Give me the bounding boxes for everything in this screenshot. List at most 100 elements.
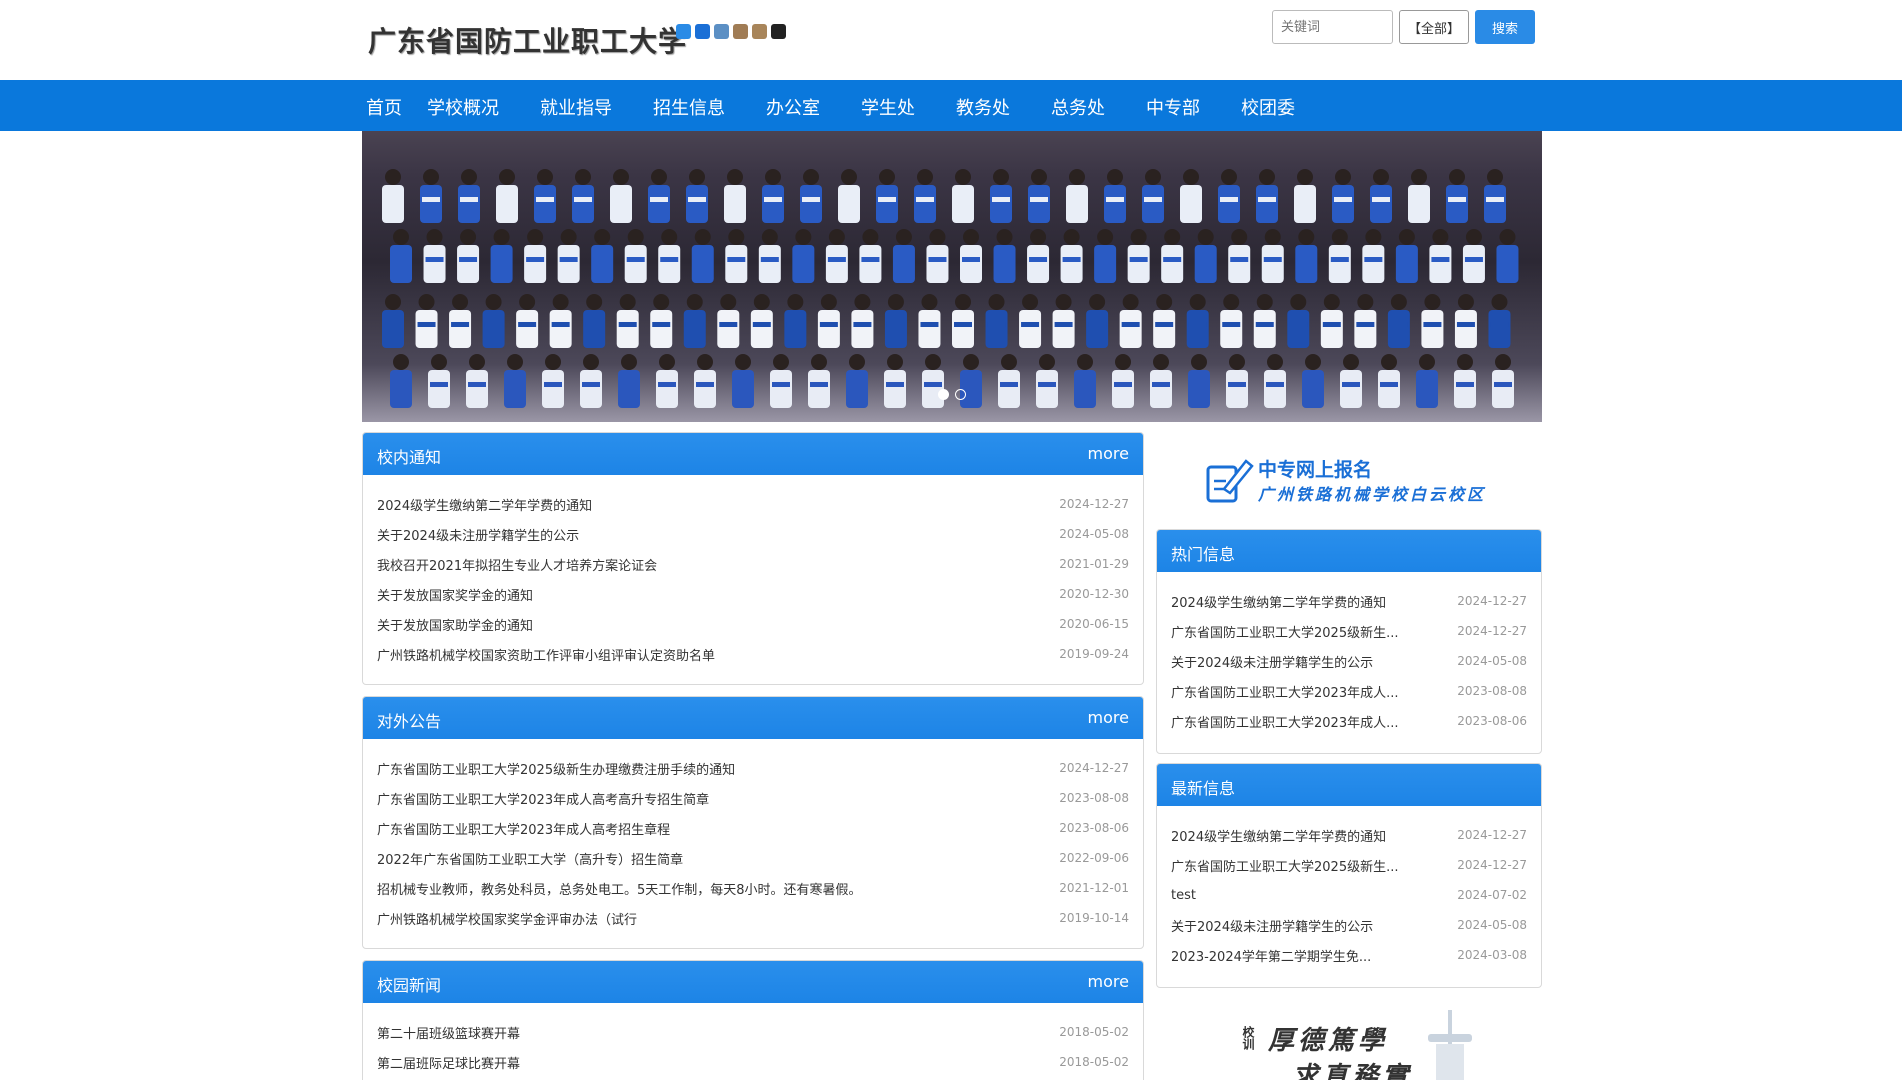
list-item-date: 2024-03-08 xyxy=(1457,948,1527,962)
banner-figure xyxy=(914,185,936,223)
list-item-title[interactable]: 关于2024级未注册学籍学生的公示 xyxy=(377,525,579,544)
list-item-title[interactable]: 广东省国防工业职工大学2023年成人高考招生章程 xyxy=(377,819,670,838)
panel-title: 校内通知 xyxy=(377,448,442,467)
list-item[interactable]: 2024级学生缴纳第二学年学费的通知 2024-12-27 xyxy=(1171,586,1527,616)
banner-figure xyxy=(1328,245,1351,283)
banner-figure xyxy=(420,185,442,223)
search-input[interactable] xyxy=(1272,10,1393,44)
list-item-title[interactable]: 广东省国防工业职工大学2023年成人... xyxy=(1171,682,1398,701)
list-item-title[interactable]: 招机械专业教师，教务处科员，总务处电工。5天工作制，每天8小时。还有寒暑假。 xyxy=(377,879,862,898)
theme-swatch[interactable] xyxy=(752,24,767,39)
list-item-title[interactable]: 广东省国防工业职工大学2023年成人... xyxy=(1171,712,1398,731)
online-enrollment-banner[interactable]: 中专网上报名 广州铁路机械学校白云校区 xyxy=(1192,447,1532,507)
list-item[interactable]: 广东省国防工业职工大学2023年成人高考招生章程 2023-08-06 xyxy=(377,813,1129,843)
site-title[interactable]: 广东省国防工业职工大学 xyxy=(368,20,687,60)
list-item-date: 2024-05-08 xyxy=(1457,654,1527,668)
carousel-dot[interactable] xyxy=(955,389,966,400)
list-item-title[interactable]: 2023-2024学年第二学期学生免... xyxy=(1171,946,1371,965)
list-item-title[interactable]: test xyxy=(1171,888,1196,903)
banner-carousel[interactable] xyxy=(362,131,1542,422)
banner-figure-head xyxy=(560,229,577,245)
banner-figure xyxy=(985,310,1008,348)
list-item-title[interactable]: 2024级学生缴纳第二学年学费的通知 xyxy=(377,495,592,514)
nav-item-about[interactable]: 学校概况 xyxy=(427,94,499,120)
list-item[interactable]: 关于发放国家奖学金的通知 2020-12-30 xyxy=(377,579,1129,609)
nav-item-student-affairs[interactable]: 学生处 xyxy=(861,94,915,120)
nav-item-home[interactable]: 首页 xyxy=(366,94,402,120)
banner-figure xyxy=(482,310,505,348)
list-item-title[interactable]: 关于发放国家助学金的通知 xyxy=(377,615,533,634)
list-item-title[interactable]: 关于发放国家奖学金的通知 xyxy=(377,585,533,604)
banner-figure-head xyxy=(452,294,469,310)
list-item-title[interactable]: 广东省国防工业职工大学2025级新生... xyxy=(1171,622,1398,641)
banner-figure-stripe xyxy=(1330,257,1349,262)
carousel-dot[interactable] xyxy=(938,389,949,400)
banner-figure-stripe xyxy=(425,257,444,262)
list-item[interactable]: 关于发放国家助学金的通知 2020-06-15 xyxy=(377,609,1129,639)
list-item[interactable]: 关于2024级未注册学籍学生的公示 2024-05-08 xyxy=(1171,910,1527,940)
more-link[interactable]: more xyxy=(1088,972,1129,991)
banner-figure-head xyxy=(773,354,789,370)
announcement-list: 广东省国防工业职工大学2025级新生办理缴费注册手续的通知 2024-12-27 广… xyxy=(363,739,1143,933)
theme-swatch[interactable] xyxy=(695,24,710,39)
banner-figure xyxy=(1488,310,1511,348)
list-item-title[interactable]: 第二十届班级篮球赛开幕 xyxy=(377,1023,520,1042)
search-button[interactable]: 搜索 xyxy=(1475,10,1535,44)
list-item[interactable]: 关于2024级未注册学籍学生的公示 2024-05-08 xyxy=(377,519,1129,549)
list-item[interactable]: 2024级学生缴纳第二学年学费的通知 2024-12-27 xyxy=(1171,820,1527,850)
search-scope-select[interactable]: 【全部】 xyxy=(1399,10,1469,44)
nav-item-career[interactable]: 就业指导 xyxy=(540,94,612,120)
banner-figure-head xyxy=(1164,229,1181,245)
list-item-title[interactable]: 关于2024级未注册学籍学生的公示 xyxy=(1171,652,1373,671)
list-item-title[interactable]: 2024级学生缴纳第二学年学费的通知 xyxy=(1171,592,1386,611)
list-item[interactable]: 第二届班际足球比赛开幕 2018-05-02 xyxy=(377,1047,1129,1077)
nav-item-academic-affairs[interactable]: 教务处 xyxy=(956,94,1010,120)
nav-item-secondary[interactable]: 中专部 xyxy=(1146,94,1200,120)
list-item[interactable]: 2024级学生缴纳第二学年学费的通知 2024-12-27 xyxy=(377,489,1129,519)
list-item-title[interactable]: 我校召开2021年拟招生专业人才培养方案论证会 xyxy=(377,555,657,574)
list-item[interactable]: 关于2024级未注册学籍学生的公示 2024-05-08 xyxy=(1171,646,1527,676)
list-item-title[interactable]: 2024级学生缴纳第二学年学费的通知 xyxy=(1171,826,1386,845)
more-link[interactable]: more xyxy=(1088,708,1129,727)
list-item[interactable]: 2023-2024学年第二学期学生免... 2024-03-08 xyxy=(1171,940,1527,970)
list-item[interactable]: 广东省国防工业职工大学2023年成人... 2023-08-08 xyxy=(1171,676,1527,706)
banner-figure-stripe xyxy=(861,257,880,262)
list-item-title[interactable]: 2022年广东省国防工业职工大学（高升专）招生简章 xyxy=(377,849,683,868)
theme-swatch[interactable] xyxy=(714,24,729,39)
banner-figure-stripe xyxy=(593,257,612,262)
nav-item-youth-league[interactable]: 校团委 xyxy=(1241,94,1295,120)
banner-figure xyxy=(1194,245,1217,283)
list-item[interactable]: 广州铁路机械学校国家奖学金评审办法（试行 2019-10-14 xyxy=(377,903,1129,933)
list-item[interactable]: 我校召开2021年拟招生专业人才培养方案论证会 2021-01-29 xyxy=(377,549,1129,579)
list-item-title[interactable]: 广东省国防工业职工大学2025级新生... xyxy=(1171,856,1398,875)
list-item[interactable]: test 2024-07-02 xyxy=(1171,880,1527,910)
list-item-title[interactable]: 第二届班际足球比赛开幕 xyxy=(377,1053,520,1072)
list-item-title[interactable]: 广州铁路机械学校国家资助工作评审小组评审认定资助名单 xyxy=(377,645,715,664)
list-item[interactable]: 第二十届班级篮球赛开幕 2018-05-02 xyxy=(377,1017,1129,1047)
list-item[interactable]: 广东省国防工业职工大学2023年成人高考高升专招生简章 2023-08-08 xyxy=(377,783,1129,813)
list-item-date: 2020-06-15 xyxy=(1059,617,1129,631)
banner-figure-stripe xyxy=(726,197,744,202)
list-item-title[interactable]: 广东省国防工业职工大学2025级新生办理缴费注册手续的通知 xyxy=(377,759,735,778)
list-item-title[interactable]: 关于2024级未注册学籍学生的公示 xyxy=(1171,916,1373,935)
nav-item-office[interactable]: 办公室 xyxy=(766,94,820,120)
theme-swatch[interactable] xyxy=(733,24,748,39)
list-item[interactable]: 广东省国防工业职工大学2025级新生... 2024-12-27 xyxy=(1171,616,1527,646)
list-item-title[interactable]: 广州铁路机械学校国家奖学金评审办法（试行 xyxy=(377,909,637,928)
theme-swatch[interactable] xyxy=(771,24,786,39)
list-item[interactable]: 广州铁路机械学校国家资助工作评审小组评审认定资助名单 2019-09-24 xyxy=(377,639,1129,669)
nav-item-general-affairs[interactable]: 总务处 xyxy=(1051,94,1105,120)
theme-swatch[interactable] xyxy=(676,24,691,39)
more-link[interactable]: more xyxy=(1088,444,1129,463)
banner-figure-stripe xyxy=(1296,197,1314,202)
list-item[interactable]: 招机械专业教师，教务处科员，总务处电工。5天工作制，每天8小时。还有寒暑假。 20… xyxy=(377,873,1129,903)
list-item[interactable]: 广东省国防工业职工大学2025级新生办理缴费注册手续的通知 2024-12-27 xyxy=(377,753,1129,783)
panel-header: 最新信息 xyxy=(1157,764,1541,806)
list-item[interactable]: 广东省国防工业职工大学2025级新生... 2024-12-27 xyxy=(1171,850,1527,880)
banner-figure-stripe xyxy=(924,382,942,387)
list-item-title[interactable]: 广东省国防工业职工大学2023年成人高考高升专招生简章 xyxy=(377,789,709,808)
list-item[interactable]: 2022年广东省国防工业职工大学（高升专）招生简章 2022-09-06 xyxy=(377,843,1129,873)
nav-item-admission[interactable]: 招生信息 xyxy=(653,94,725,120)
banner-figure xyxy=(851,310,874,348)
list-item[interactable]: 广东省国防工业职工大学2023年成人... 2023-08-06 xyxy=(1171,706,1527,736)
